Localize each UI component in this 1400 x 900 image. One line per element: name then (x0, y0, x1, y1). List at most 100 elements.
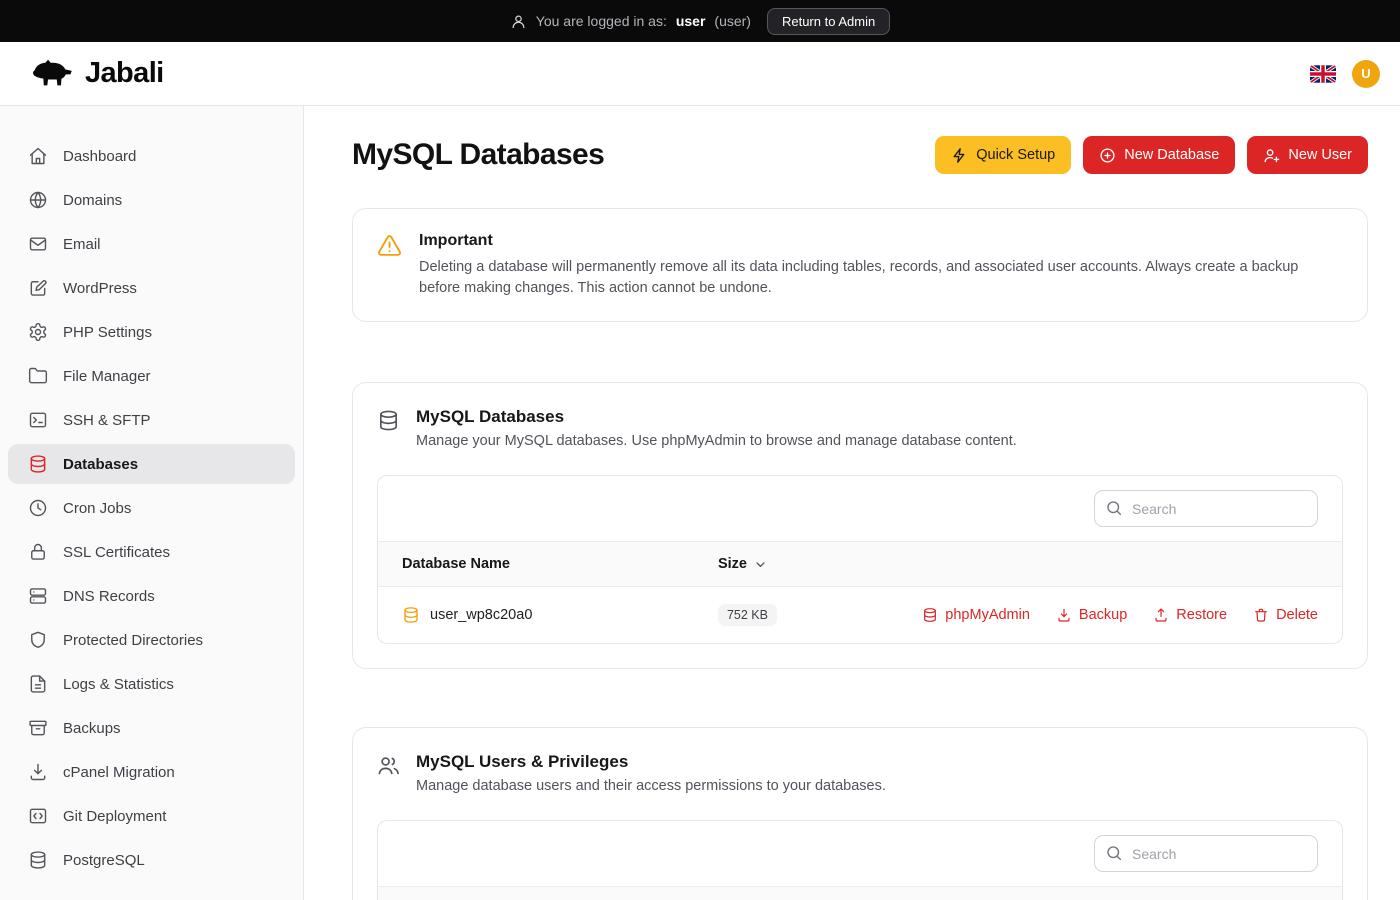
zap-icon (951, 147, 968, 164)
quick-setup-label: Quick Setup (976, 147, 1055, 163)
page-title: MySQL Databases (352, 138, 604, 172)
file-text-icon (28, 674, 48, 694)
sidebar-item-label: Domains (63, 192, 122, 209)
sidebar-item-ssl-certificates[interactable]: SSL Certificates (8, 532, 295, 572)
table-row: user_wp8c20a0 752 KB phpMyAdmin (378, 587, 1342, 644)
sidebar-item-wordpress[interactable]: WordPress (8, 268, 295, 308)
warning-title: Important (419, 232, 1343, 250)
databases-table: Database Name Size (378, 541, 1342, 643)
databases-section-title: MySQL Databases (416, 407, 1017, 427)
mail-icon (28, 234, 48, 254)
logged-in-prefix: You are logged in as: (536, 13, 667, 29)
backup-button[interactable]: Backup (1056, 607, 1127, 623)
sidebar-item-backups[interactable]: Backups (8, 708, 295, 748)
users-search-input[interactable] (1094, 835, 1318, 872)
sidebar-item-git-deployment[interactable]: Git Deployment (8, 796, 295, 836)
database-icon (402, 606, 420, 624)
database-icon (28, 850, 48, 870)
main-content: MySQL Databases Quick Setup New Database… (304, 106, 1400, 900)
sidebar-item-postgresql[interactable]: PostgreSQL (8, 840, 295, 880)
column-header-database-privileges: Database Privileges (682, 887, 1342, 900)
shield-icon (28, 630, 48, 650)
new-user-label: New User (1288, 147, 1352, 163)
restore-button[interactable]: Restore (1153, 607, 1227, 623)
sidebar-item-label: PHP Settings (63, 324, 152, 341)
page-actions: Quick Setup New Database New User (935, 136, 1368, 174)
sidebar-item-label: Backups (63, 720, 121, 737)
home-icon (28, 146, 48, 166)
quick-setup-button[interactable]: Quick Setup (935, 136, 1071, 174)
sidebar-item-label: Dashboard (63, 148, 136, 165)
phpmyadmin-link[interactable]: phpMyAdmin (922, 607, 1030, 623)
users-section: MySQL Users & Privileges Manage database… (352, 727, 1368, 900)
upload-icon (1153, 607, 1169, 623)
sidebar-item-email[interactable]: Email (8, 224, 295, 264)
warning-triangle-icon (377, 233, 402, 258)
logged-in-role: (user) (714, 13, 751, 29)
sidebar-item-label: SSL Certificates (63, 544, 170, 561)
warning-body: Deleting a database will permanently rem… (419, 257, 1343, 298)
user-icon (510, 13, 527, 30)
sidebar-item-label: WordPress (63, 280, 137, 297)
sidebar-item-label: Cron Jobs (63, 500, 131, 517)
chevron-down-icon (753, 557, 768, 572)
sidebar-item-file-manager[interactable]: File Manager (8, 356, 295, 396)
sidebar-item-php-settings[interactable]: PHP Settings (8, 312, 295, 352)
avatar[interactable]: U (1352, 60, 1380, 88)
sidebar-item-cpanel-migration[interactable]: cPanel Migration (8, 752, 295, 792)
brand-name: Jabali (85, 57, 164, 90)
jabali-logo-icon (30, 57, 76, 90)
sidebar-item-label: Email (63, 236, 101, 253)
brand: Jabali (30, 57, 164, 90)
sidebar-item-protected-directories[interactable]: Protected Directories (8, 620, 295, 660)
download-icon (1056, 607, 1072, 623)
new-database-button[interactable]: New Database (1083, 136, 1235, 174)
sidebar-item-databases[interactable]: Databases (8, 444, 295, 484)
sidebar-item-label: File Manager (63, 368, 151, 385)
sidebar-item-cron-jobs[interactable]: Cron Jobs (8, 488, 295, 528)
app-header: Jabali U (0, 42, 1400, 106)
column-header-actions (898, 542, 1342, 587)
uk-flag-icon[interactable] (1310, 65, 1336, 83)
users-section-subtitle: Manage database users and their access p… (416, 778, 886, 794)
sidebar-item-label: cPanel Migration (63, 764, 175, 781)
sidebar-item-label: DNS Records (63, 588, 155, 605)
new-database-label: New Database (1124, 147, 1219, 163)
database-icon (922, 607, 938, 623)
server-icon (28, 586, 48, 606)
users-section-title: MySQL Users & Privileges (416, 752, 886, 772)
sidebar-item-dns-records[interactable]: DNS Records (8, 576, 295, 616)
sidebar-item-label: Git Deployment (63, 808, 166, 825)
trash-icon (1253, 607, 1269, 623)
terminal-icon (28, 410, 48, 430)
sidebar-item-domains[interactable]: Domains (8, 180, 295, 220)
gear-icon (28, 322, 48, 342)
users-table: User Database Privileges (378, 886, 1342, 900)
delete-button[interactable]: Delete (1253, 607, 1318, 623)
database-name: user_wp8c20a0 (430, 607, 532, 623)
header-right: U (1310, 60, 1380, 88)
column-header-user: User (378, 887, 682, 900)
lock-icon (28, 542, 48, 562)
database-icon (377, 409, 400, 432)
clock-icon (28, 498, 48, 518)
new-user-button[interactable]: New User (1247, 136, 1368, 174)
download-icon (28, 762, 48, 782)
sidebar-item-ssh-sftp[interactable]: SSH & SFTP (8, 400, 295, 440)
sidebar-item-label: PostgreSQL (63, 852, 145, 869)
column-header-database-name: Database Name (378, 542, 694, 587)
archive-icon (28, 718, 48, 738)
sidebar-item-label: Databases (63, 456, 138, 473)
folder-icon (28, 366, 48, 386)
sidebar-item-logs-statistics[interactable]: Logs & Statistics (8, 664, 295, 704)
users-icon (377, 754, 400, 777)
pen-square-icon (28, 278, 48, 298)
size-sort-button[interactable]: Size (718, 556, 768, 572)
return-to-admin-button[interactable]: Return to Admin (767, 8, 890, 35)
sidebar-item-dashboard[interactable]: Dashboard (8, 136, 295, 176)
code-icon (28, 806, 48, 826)
admin-banner: You are logged in as: user (user) Return… (0, 0, 1400, 42)
sidebar-item-label: SSH & SFTP (63, 412, 151, 429)
globe-icon (28, 190, 48, 210)
databases-search-input[interactable] (1094, 490, 1318, 527)
